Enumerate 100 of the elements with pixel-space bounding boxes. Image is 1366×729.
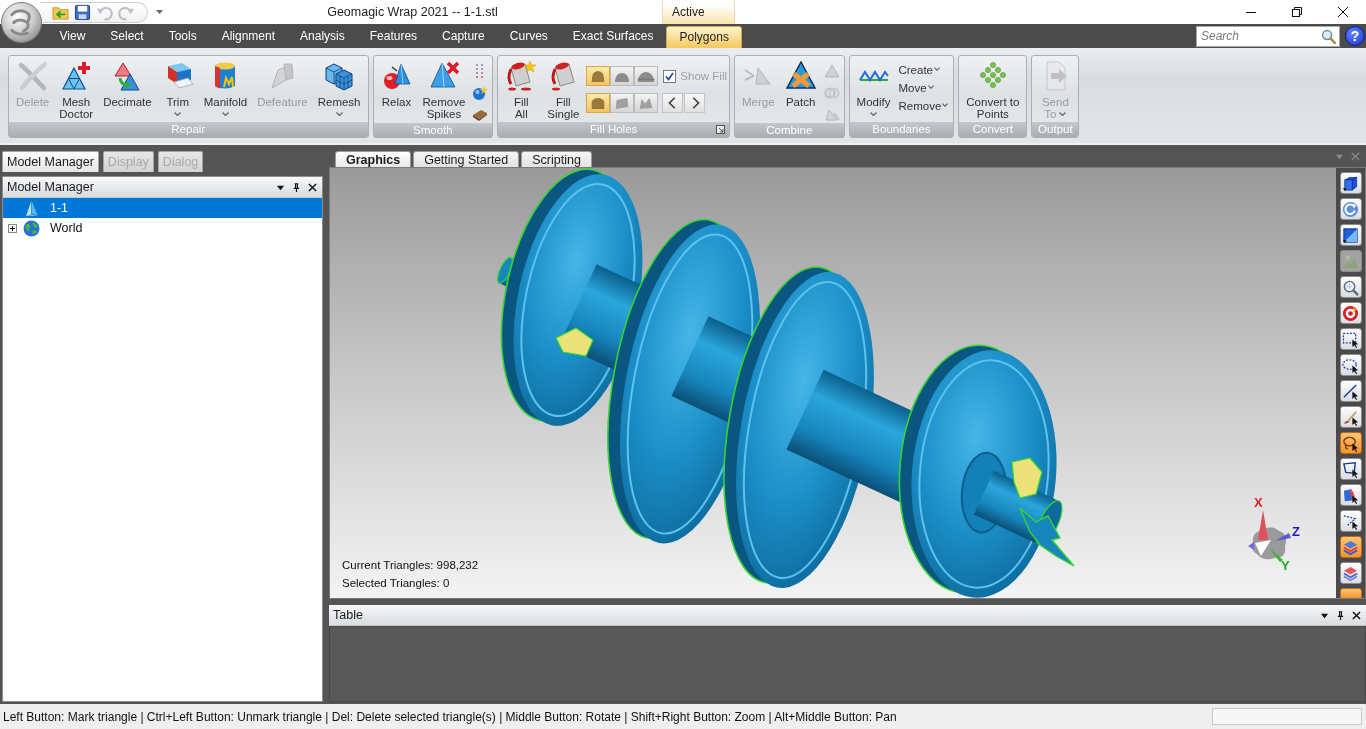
toggle-button[interactable] [634,93,659,113]
document-tab[interactable]: Scripting [521,151,592,167]
ribbon-button[interactable]: Fill All [500,58,543,120]
panel-tab[interactable]: Model Manager [2,151,99,172]
search-icon[interactable] [1321,28,1336,44]
panel-title: Table [333,608,363,622]
tree-item[interactable]: World [3,218,322,238]
axis-label: Y [1281,558,1290,572]
group-label: Smooth [373,123,493,138]
ribbon-button[interactable]: Decimate [98,58,157,108]
cross-icon [16,60,49,92]
tree-item[interactable]: 1-1 [3,198,322,218]
help-button[interactable]: ? [1345,26,1365,46]
caret-icon [934,67,940,71]
ribbon-tab[interactable]: Alignment [209,24,288,48]
view-tool-button[interactable] [1339,380,1362,402]
ribbon-button[interactable]: Patch [779,58,822,108]
menu-button[interactable]: Move [895,81,952,95]
ribbon-tab[interactable]: Analysis [287,24,358,48]
caret-icon [927,85,934,89]
group-label: Boundaries [849,122,954,137]
paint-bucket-star-icon [505,60,538,92]
square-view-icon [1342,226,1359,244]
view-tool-button[interactable] [1339,432,1362,454]
expand-icon[interactable] [8,223,17,233]
menu-button[interactable]: Remove [895,99,952,113]
ribbon-button[interactable]: Remove Spikes [417,58,471,120]
next-button[interactable] [684,93,706,113]
view-tool-button[interactable] [1339,562,1362,584]
ribbon-tab[interactable]: Exact Surfaces [560,24,666,48]
panel-title: Model Manager [7,180,94,194]
toggle-button[interactable] [586,93,611,113]
stat-text: Current Triangles: 998,232 [342,558,479,573]
toggle-button[interactable] [586,66,611,86]
globe-icon [23,219,40,237]
ribbon-tab[interactable]: Tools [156,24,210,48]
restore-icon[interactable] [1292,7,1302,17]
view-tool-button[interactable] [1339,198,1362,220]
close-icon[interactable] [1338,7,1348,17]
pin-icon[interactable] [1336,610,1345,620]
ribbon-button[interactable]: Relax [375,58,418,108]
ribbon-button[interactable]: Fill Single [542,58,585,120]
ellipse-select-icon [1342,356,1359,374]
toggle-button[interactable] [610,66,635,86]
view-tool-button[interactable] [1339,458,1362,480]
menu-button[interactable]: Create [895,63,952,77]
axis-label: X [1254,496,1263,510]
ribbon-tab[interactable]: Curves [497,24,561,48]
view-tool-button[interactable] [1339,510,1362,532]
ribbon-button[interactable]: Mesh Doctor [54,58,99,120]
ribbon-tab[interactable]: Capture [429,24,498,48]
axis-triad-icon[interactable] [1248,510,1291,562]
status-text: Left Button: Mark triangle | Ctrl+Left Button: Unmark triangle | Del: Delete selected triangle(s) | Middle Button: Rotate | Shift+Right Button: Zoom | Alt+Middle Button: Pan [3,709,897,724]
ribbon-tab[interactable]: Features [357,24,430,48]
graphics-viewport[interactable]: Current Triangles: 998,232 Selected Triangles: 0 X Z Y [330,168,1336,598]
ribbon-tab[interactable]: Select [97,24,157,48]
auger-model[interactable] [496,168,1075,598]
polyline-select-icon [1342,512,1359,530]
stat-text: Selected Triangles: 0 [342,576,451,591]
view-tool-button[interactable] [1339,328,1362,350]
ribbon-button[interactable]: Trim [156,58,199,116]
lasso-select-icon [1342,434,1359,452]
mesh-plus-icon [60,60,93,92]
view-tool-button[interactable] [1339,484,1362,506]
view-tool-button[interactable] [1339,224,1362,246]
view-tool-button[interactable] [1339,406,1362,428]
view-tool-button[interactable] [1339,172,1362,194]
rotate-icon [1342,200,1359,218]
close-icon[interactable] [308,182,317,192]
ribbon-button[interactable]: Convert to Points [961,58,1025,120]
slab-icon[interactable] [472,107,489,123]
document-tab[interactable]: Getting Started [413,151,520,167]
surface-select-icon [1342,486,1359,504]
toggle-button[interactable] [634,66,659,86]
brush-select-icon [1342,408,1359,426]
layers-icon [1342,538,1359,556]
view-tool-button[interactable] [1339,302,1362,324]
ribbon-tab[interactable]: Polygons [666,26,743,48]
group-label: Fill Holes [498,122,729,137]
view-tool-button[interactable] [1339,276,1362,298]
document-tab[interactable]: Graphics [335,151,412,167]
ribbon-button[interactable]: Remesh [312,58,366,116]
zoom-icon [1342,278,1359,296]
axis-label: Z [1292,524,1300,539]
pyramid-icon [23,199,40,217]
patch-pyramid-icon [784,60,817,92]
dialog-launcher-icon[interactable] [716,125,725,134]
pin-icon[interactable] [292,182,301,192]
view-tool-button[interactable] [1339,354,1362,376]
close-icon[interactable] [1352,610,1361,620]
ribbon-tab[interactable]: View [47,24,98,48]
ribbon-button[interactable]: Modify [851,58,896,116]
group-label: Combine [735,123,844,138]
rectangle-select-icon [1342,330,1359,348]
caret-icon[interactable] [156,10,163,14]
ribbon-button[interactable]: Manifold [198,58,253,116]
previous-button[interactable] [662,93,684,113]
search-field[interactable]: Search [1196,25,1340,47]
toggle-button[interactable] [610,93,635,113]
group-label: Output [1032,122,1079,137]
